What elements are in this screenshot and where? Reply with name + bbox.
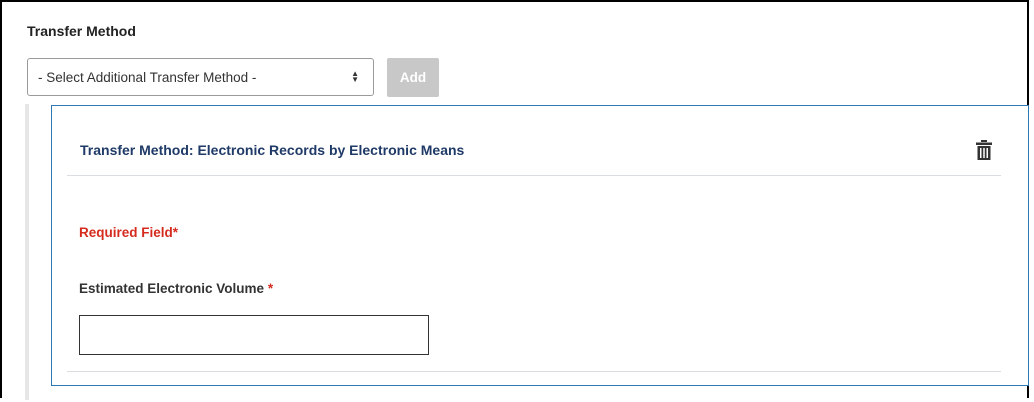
field-label-text: Estimated Electronic Volume <box>79 281 265 296</box>
add-button[interactable]: Add <box>387 58 439 97</box>
card-bottom-divider <box>67 371 1001 372</box>
transfer-method-select[interactable]: - Select Additional Transfer Method - ▲ ▼ <box>27 58 374 96</box>
left-indent-rule <box>25 104 29 400</box>
card-title: Transfer Method: Electronic Records by E… <box>80 142 465 158</box>
required-star: * <box>267 281 274 296</box>
trash-icon[interactable] <box>976 140 992 160</box>
transfer-method-card: Transfer Method: Electronic Records by E… <box>51 105 1029 386</box>
card-header-divider <box>67 175 1001 176</box>
transfer-method-panel: Transfer Method - Select Additional Tran… <box>0 0 1029 400</box>
section-title: Transfer Method <box>27 23 136 39</box>
estimated-volume-input[interactable] <box>79 315 429 355</box>
sort-arrows-icon: ▲ ▼ <box>351 69 359 84</box>
estimated-volume-label: Estimated Electronic Volume * <box>79 281 273 296</box>
required-field-note: Required Field* <box>79 225 179 240</box>
select-value: - Select Additional Transfer Method - <box>38 69 257 85</box>
